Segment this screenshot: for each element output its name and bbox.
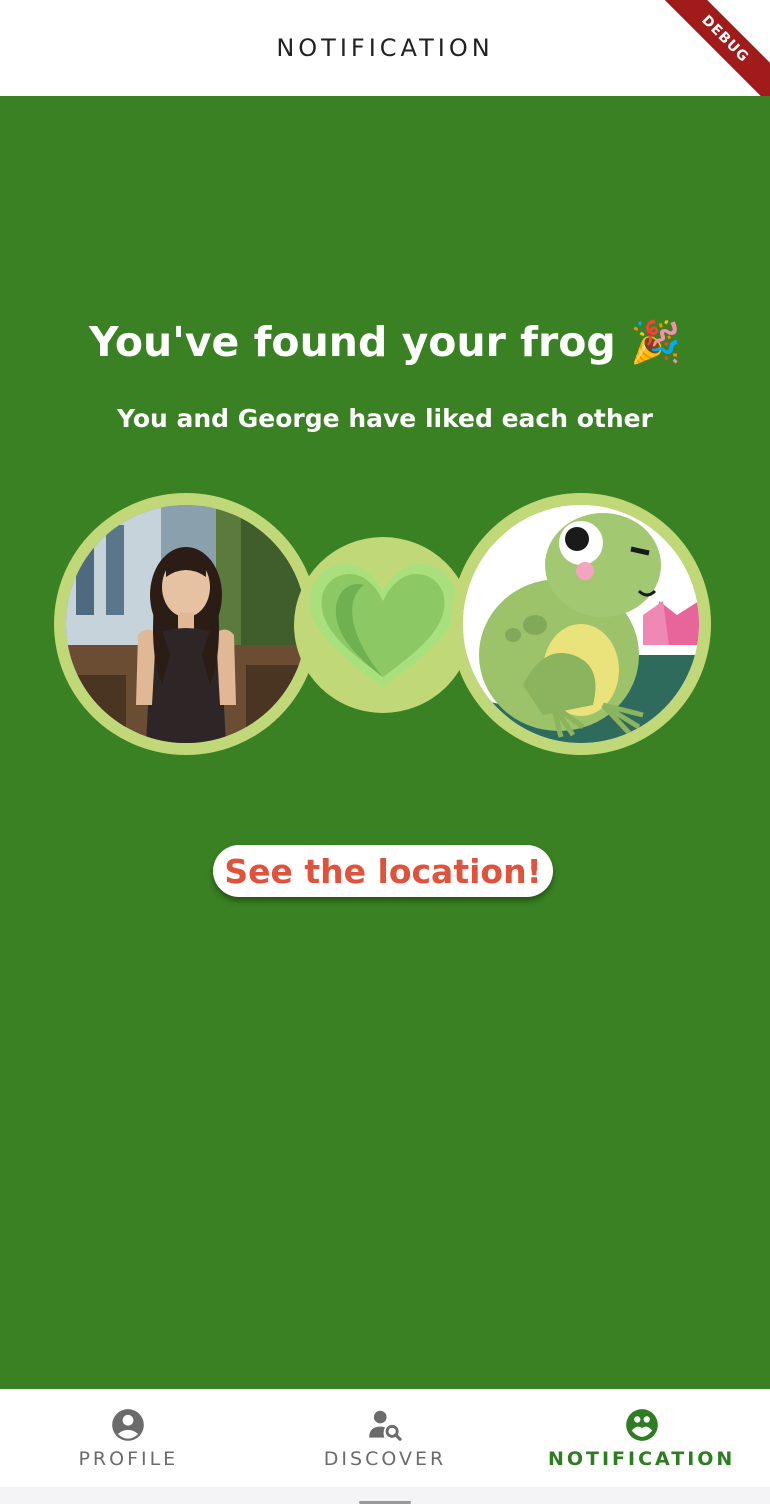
match-photo	[463, 505, 699, 743]
app-bar: NOTIFICATION	[0, 0, 770, 96]
user-photo-ring	[54, 493, 318, 755]
person-search-icon	[369, 1410, 402, 1441]
nav-item-discover[interactable]: DISCOVER	[257, 1406, 513, 1470]
nav-label-notification: NOTIFICATION	[547, 1448, 736, 1470]
group-emoji-icon	[625, 1409, 658, 1441]
heart-badge	[294, 537, 472, 713]
account-circle-icon	[112, 1409, 145, 1441]
user-photo-illustration	[66, 505, 306, 743]
nav-label-profile: PROFILE	[78, 1448, 179, 1470]
user-photo	[66, 505, 306, 743]
match-headline: You've found your frog 🎉	[88, 318, 682, 366]
match-subtitle: You and George have liked each other	[117, 404, 653, 433]
match-screen: You've found your frog 🎉 You and George …	[0, 96, 770, 1389]
nav-item-profile[interactable]: PROFILE	[0, 1406, 256, 1470]
frog-illustration	[463, 505, 699, 743]
match-photo-ring	[451, 493, 711, 755]
heart-icon	[309, 563, 457, 687]
page-title: NOTIFICATION	[276, 34, 494, 62]
see-location-button[interactable]: See the location!	[213, 845, 553, 897]
bottom-nav: PROFILE DISCOVER NOTIFICATION	[0, 1389, 770, 1487]
nav-item-notification[interactable]: NOTIFICATION	[514, 1406, 770, 1470]
nav-label-discover: DISCOVER	[323, 1448, 447, 1470]
